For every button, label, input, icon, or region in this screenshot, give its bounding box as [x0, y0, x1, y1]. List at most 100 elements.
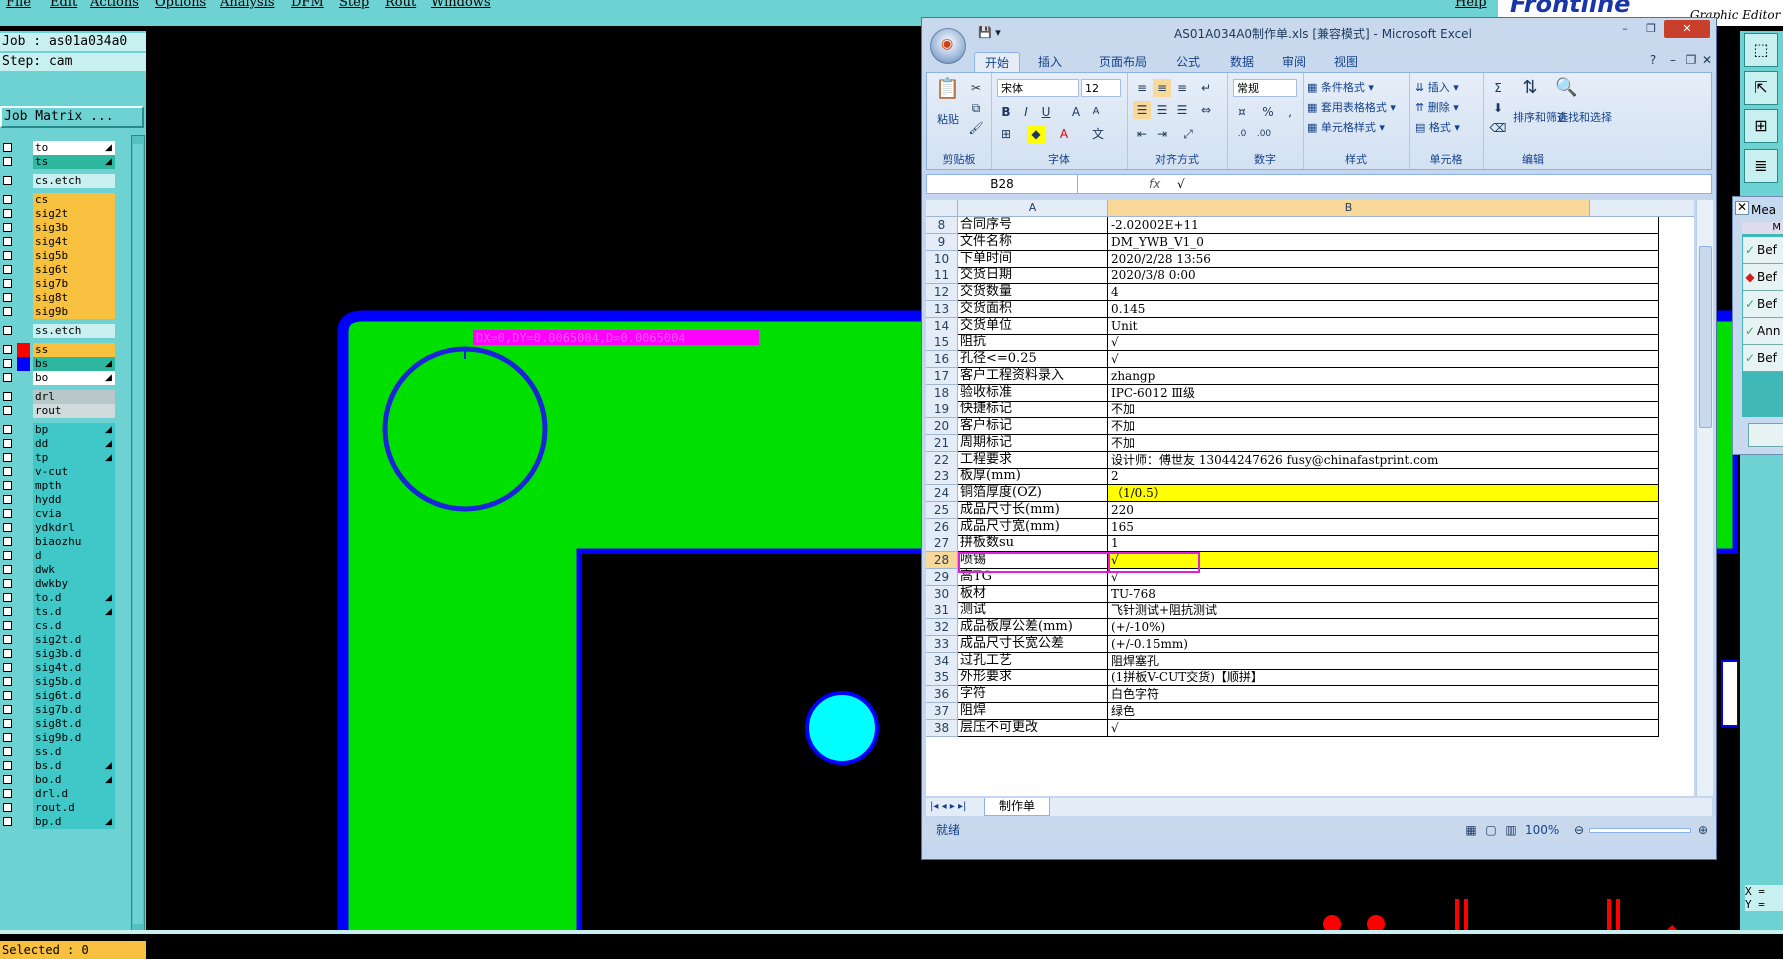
layer-row-dwk[interactable]: dwk — [0, 563, 130, 577]
job-matrix-button[interactable]: Job Matrix ... — [0, 106, 144, 128]
cell-a[interactable]: 交货单位 — [958, 317, 1108, 335]
cell-b[interactable]: 白色字符 — [1108, 686, 1659, 703]
font-size-select[interactable]: 12 — [1081, 79, 1121, 97]
row-header[interactable]: 36 — [926, 686, 958, 703]
layer-arrow-icon[interactable]: ◢ — [105, 759, 112, 773]
comma-icon[interactable]: , — [1281, 103, 1299, 121]
close-icon[interactable]: ✕ — [1735, 201, 1749, 215]
measure-item[interactable]: ✓ Ann — [1743, 318, 1783, 345]
cell-b[interactable]: 绿色 — [1108, 702, 1659, 720]
layer-row-sig6t-d[interactable]: sig6t.d — [0, 689, 130, 703]
delete-cells-button[interactable]: ⇈ 删除 ▾ — [1415, 99, 1459, 115]
layers-icon[interactable]: ≣ — [1744, 149, 1778, 183]
cell-a[interactable]: 合同序号 — [958, 217, 1108, 234]
insert-cells-button[interactable]: ⇊ 插入 ▾ — [1415, 79, 1459, 95]
layer-row-bo[interactable]: bo ◢ — [0, 371, 130, 385]
ribbon-close-icon[interactable]: ✕ — [1698, 51, 1716, 69]
layer-row-sig6t[interactable]: sig6t — [0, 263, 130, 277]
cell-b[interactable]: 2 — [1108, 468, 1659, 486]
layer-row-sig9b-d[interactable]: sig9b.d — [0, 731, 130, 745]
zoom-out-icon[interactable]: ⊖ — [1570, 821, 1588, 839]
column-header-b[interactable]: B — [1108, 200, 1590, 216]
fill-icon[interactable]: ⬇ — [1489, 99, 1507, 117]
menu-options[interactable]: Options — [155, 0, 206, 10]
clear-icon[interactable]: ⌫ — [1489, 119, 1507, 137]
page-layout-view-icon[interactable]: ▢ — [1482, 821, 1500, 839]
phonetic-icon[interactable]: 文 — [1089, 125, 1107, 143]
tab-review[interactable]: 审阅 — [1274, 52, 1314, 72]
percent-icon[interactable]: % — [1259, 103, 1277, 121]
layer-checkbox[interactable] — [3, 789, 12, 798]
vertical-scrollbar[interactable] — [1696, 200, 1713, 796]
layer-checkbox[interactable] — [3, 663, 12, 672]
cell-b[interactable]: 4 — [1108, 284, 1659, 301]
scroll-thumb[interactable] — [1699, 246, 1712, 428]
cell-b[interactable]: zhangp — [1108, 367, 1659, 385]
currency-icon[interactable]: ¤ — [1233, 103, 1251, 121]
row-header[interactable]: 14 — [926, 317, 958, 335]
decrease-decimal-icon[interactable]: .00 — [1255, 125, 1273, 143]
layer-row-sig2t-d[interactable]: sig2t.d — [0, 633, 130, 647]
layer-row-ydkdrl[interactable]: ydkdrl — [0, 521, 130, 535]
cell-b[interactable]: 飞针测试+阻抗测试 — [1108, 602, 1659, 620]
layer-checkbox[interactable] — [3, 537, 12, 546]
row-header[interactable]: 15 — [926, 334, 958, 352]
row-header[interactable]: 23 — [926, 468, 958, 486]
border-icon[interactable]: ⊞ — [997, 125, 1015, 143]
layer-checkbox[interactable] — [3, 176, 12, 185]
layer-arrow-icon[interactable]: ◢ — [105, 155, 112, 169]
cell-a[interactable]: 工程要求 — [958, 451, 1108, 469]
maximize-icon[interactable]: ❐ — [1638, 20, 1664, 38]
row-header[interactable]: 28 — [926, 552, 958, 569]
menu-edit[interactable]: Edit — [50, 0, 77, 10]
cell-b[interactable]: IPC-6012 Ⅲ级 — [1108, 384, 1659, 402]
cell-b[interactable]: 设计师：傅世友 13044247626 fusy@chinafastprint.… — [1108, 451, 1659, 469]
cell-a[interactable]: 周期标记 — [958, 434, 1108, 452]
cut-icon[interactable]: ✂ — [967, 79, 985, 97]
layer-checkbox[interactable] — [3, 621, 12, 630]
layer-checkbox[interactable] — [3, 307, 12, 316]
layer-row-rout[interactable]: rout — [0, 404, 130, 418]
row-header[interactable]: 38 — [926, 719, 958, 737]
layer-checkbox[interactable] — [3, 649, 12, 658]
cell-a[interactable]: 板材 — [958, 585, 1108, 603]
cell-a[interactable]: 快捷标记 — [958, 401, 1108, 419]
layer-checkbox[interactable] — [3, 293, 12, 302]
layer-row-sig5b[interactable]: sig5b — [0, 249, 130, 263]
layer-arrow-icon[interactable]: ◢ — [105, 451, 112, 465]
layer-row-sig3b-d[interactable]: sig3b.d — [0, 647, 130, 661]
row-header[interactable]: 30 — [926, 585, 958, 603]
cell-a[interactable]: 层压不可更改 — [958, 719, 1108, 737]
find-icon[interactable]: 🔍 — [1555, 79, 1577, 97]
underline-icon[interactable]: U — [1037, 103, 1055, 121]
cell-b[interactable]: 不加 — [1108, 401, 1659, 419]
cell-b[interactable]: DM_YWB_V1_0 — [1108, 233, 1659, 251]
layer-checkbox[interactable] — [3, 195, 12, 204]
layer-row-sig4t-d[interactable]: sig4t.d — [0, 661, 130, 675]
cell-a[interactable]: 孔径<=0.25 — [958, 351, 1108, 368]
cell-a[interactable]: 阻焊 — [958, 702, 1108, 720]
close-icon[interactable]: ✕ — [1664, 20, 1710, 38]
orientation-icon[interactable]: ⤢ — [1179, 125, 1197, 143]
layer-row-dwkby[interactable]: dwkby — [0, 577, 130, 591]
font-color-icon[interactable]: A — [1055, 125, 1073, 143]
layer-checkbox[interactable] — [3, 677, 12, 686]
cell-b[interactable]: 1 — [1108, 535, 1659, 553]
row-header[interactable]: 31 — [926, 602, 958, 620]
menu-step[interactable]: Step — [339, 0, 369, 10]
office-button[interactable]: ◉ — [930, 28, 966, 64]
shrink-font-icon[interactable]: A — [1087, 103, 1105, 121]
cell-b[interactable]: 0.145 — [1108, 300, 1659, 318]
cell-b[interactable]: （1/0.5） — [1108, 485, 1659, 502]
layer-row-hydd[interactable]: hydd — [0, 493, 130, 507]
layer-arrow-icon[interactable]: ◢ — [105, 591, 112, 605]
layer-checkbox[interactable] — [3, 803, 12, 812]
layer-row-sig8t-d[interactable]: sig8t.d — [0, 717, 130, 731]
layer-arrow-icon[interactable]: ◢ — [105, 815, 112, 829]
sheet-tab[interactable]: 制作单 — [984, 798, 1050, 816]
layer-row-cs-etch[interactable]: cs.etch — [0, 174, 130, 188]
measure-button[interactable] — [1748, 423, 1783, 447]
format-as-table-button[interactable]: ▦ 套用表格格式 ▾ — [1307, 99, 1396, 115]
layer-checkbox[interactable] — [3, 607, 12, 616]
row-header[interactable]: 16 — [926, 351, 958, 368]
